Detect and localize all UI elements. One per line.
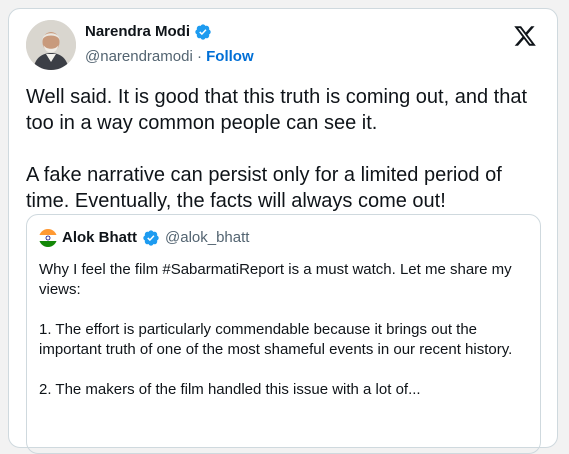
quoted-tweet[interactable]: Alok Bhatt @alok_bhatt Why I feel the fi… bbox=[26, 214, 541, 454]
author-name-row[interactable]: Narendra Modi bbox=[85, 22, 212, 42]
meta-separator: · bbox=[196, 48, 202, 65]
verified-badge-icon bbox=[143, 230, 159, 246]
follow-button[interactable]: Follow bbox=[206, 48, 254, 65]
author-handle[interactable]: @narendramodi bbox=[85, 48, 193, 65]
tweet-paragraph: Well said. It is good that this truth is… bbox=[26, 86, 528, 134]
x-logo-icon[interactable] bbox=[513, 24, 537, 48]
quoted-author-name[interactable]: Alok Bhatt bbox=[62, 228, 137, 248]
quoted-author-handle[interactable]: @alok_bhatt bbox=[165, 228, 249, 248]
tweet-paragraph: A fake narrative can persist only for a … bbox=[26, 164, 502, 212]
author-avatar[interactable] bbox=[26, 20, 76, 70]
author-name[interactable]: Narendra Modi bbox=[85, 22, 190, 42]
quoted-author-avatar[interactable] bbox=[39, 229, 57, 247]
author-meta: @narendramodi · Follow bbox=[85, 47, 254, 67]
quoted-tweet-text: Why I feel the film #SabarmatiReport is … bbox=[39, 260, 529, 400]
quoted-paragraph: Why I feel the film #SabarmatiReport is … bbox=[39, 261, 512, 298]
quoted-paragraph: 1. The effort is particularly commendabl… bbox=[39, 321, 513, 358]
quoted-author-row: Alok Bhatt @alok_bhatt bbox=[39, 228, 249, 248]
tweet-card: Narendra Modi @narendramodi · Follow Wel… bbox=[8, 8, 558, 454]
tweet-text: Well said. It is good that this truth is… bbox=[26, 84, 546, 214]
verified-badge-icon bbox=[195, 24, 211, 40]
quoted-paragraph: 2. The makers of the film handled this i… bbox=[39, 381, 421, 398]
